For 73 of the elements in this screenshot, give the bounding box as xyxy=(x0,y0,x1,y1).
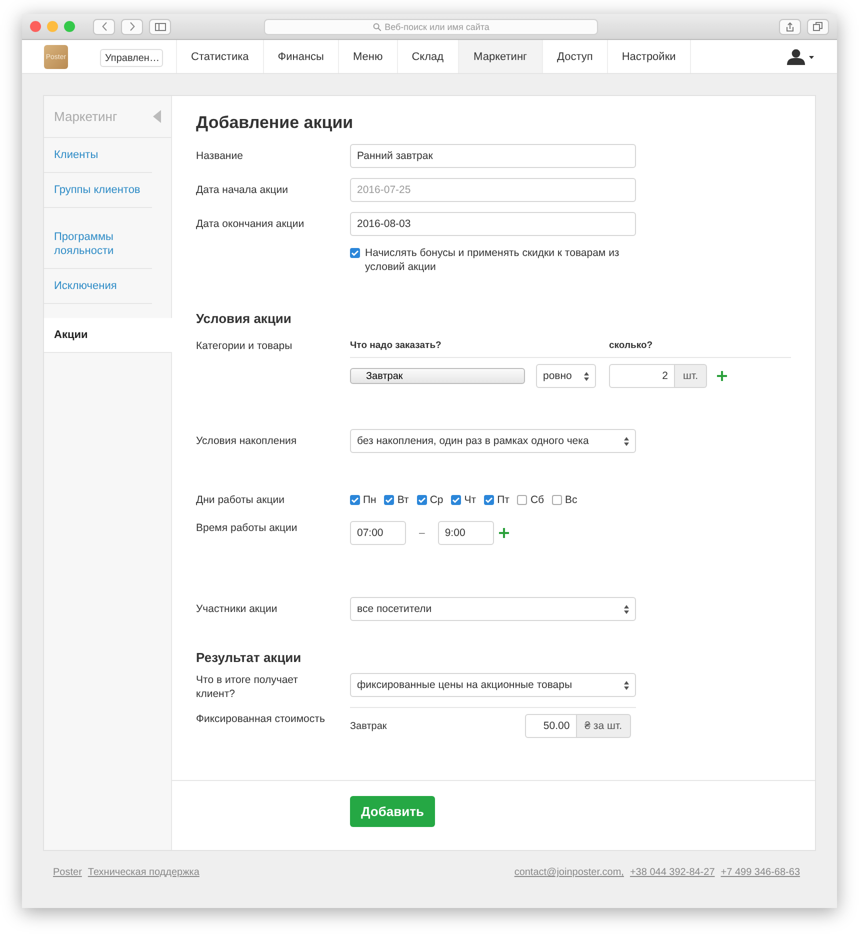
field-label: Условия накопления xyxy=(196,434,298,448)
field-label: Участники акции xyxy=(196,602,278,616)
account-select[interactable]: Управлен… xyxy=(100,49,163,67)
day-label: Пн xyxy=(363,493,376,507)
checkbox[interactable] xyxy=(350,248,360,258)
tabs-icon xyxy=(813,22,823,31)
checkbox[interactable] xyxy=(552,495,562,505)
spinner-icon xyxy=(624,436,629,446)
field-label: Дата окончания акции xyxy=(196,217,306,231)
share-button[interactable] xyxy=(779,18,801,34)
text-field[interactable]: Ранний завтрак xyxy=(350,144,636,168)
field-label: Время работы акции xyxy=(196,521,298,535)
back-button[interactable] xyxy=(93,18,115,34)
search-icon xyxy=(372,23,381,31)
quantity-field[interactable]: 2 xyxy=(609,364,675,388)
day-label: Ср xyxy=(430,493,444,507)
time-field[interactable]: 07:00 xyxy=(350,521,406,545)
add-button[interactable] xyxy=(498,528,509,538)
spinner-icon xyxy=(624,604,629,614)
unit-label: ₴ за шт. xyxy=(576,714,631,738)
checkbox[interactable] xyxy=(384,495,394,505)
user-icon[interactable] xyxy=(787,49,815,65)
sidebar-item[interactable]: Акции xyxy=(44,318,172,353)
forward-button[interactable] xyxy=(121,18,143,34)
result-select[interactable]: фиксированные цены на акционные товары xyxy=(350,673,636,697)
text-field[interactable]: 2016-07-25 xyxy=(350,178,636,202)
plus-icon xyxy=(717,371,727,381)
time-field[interactable]: 9:00 xyxy=(438,521,494,545)
day-label: Вс xyxy=(565,493,578,507)
section-title: Условия акции xyxy=(196,311,292,326)
spinner-icon xyxy=(584,372,589,380)
page-title: Добавление акции xyxy=(196,113,354,133)
column-header: сколько? xyxy=(609,340,653,351)
field-label: Что в итоге получает клиент? xyxy=(196,673,299,701)
text-field[interactable]: 2016-08-03 xyxy=(350,212,636,236)
checkbox[interactable] xyxy=(350,495,360,505)
unit-label: шт. xyxy=(675,364,707,388)
checkbox[interactable] xyxy=(484,495,494,505)
spinner-icon xyxy=(624,680,629,690)
share-icon xyxy=(786,22,794,32)
day-label: Пт xyxy=(497,493,510,507)
add-button[interactable] xyxy=(717,371,727,381)
chevron-left-icon xyxy=(102,22,106,31)
field-label: Фиксированная стоимость xyxy=(196,712,326,726)
accumulation-select[interactable]: без накопления, один раз в рамках одного чека xyxy=(350,429,636,453)
column-header: Что надо заказать? xyxy=(350,340,442,351)
field-label: Категории и товары xyxy=(196,339,294,353)
checkbox-label: Начислять бонусы и применять скидки к товарам из условий акции xyxy=(365,246,620,274)
operator-select[interactable]: ровно xyxy=(536,364,596,388)
chevron-right-icon xyxy=(130,22,134,31)
address-placeholder: Веб-поиск или имя сайта xyxy=(384,22,490,32)
dash: – xyxy=(419,527,425,539)
product-button[interactable]: Завтрак xyxy=(350,368,525,384)
product-name: Завтрак xyxy=(350,720,388,732)
nav-tab[interactable]: Маркетинг xyxy=(458,40,544,73)
day-label: Вт xyxy=(397,493,409,507)
plus-icon xyxy=(498,528,509,538)
field-label: Дни работы акции xyxy=(196,493,286,507)
participants-select[interactable]: все посетители xyxy=(350,597,636,621)
sidebar-title: Маркетинг xyxy=(54,109,118,124)
day-label: Чт xyxy=(464,493,476,507)
field-label: Дата начала акции xyxy=(196,183,289,197)
checkbox[interactable] xyxy=(416,495,427,505)
sidebar-icon xyxy=(154,22,166,30)
close-button[interactable] xyxy=(30,21,41,32)
tabs-button[interactable] xyxy=(807,18,829,34)
day-label: Сб xyxy=(530,493,544,507)
checkbox[interactable] xyxy=(451,495,462,505)
sidebar-button[interactable] xyxy=(149,18,171,34)
field-label: Название xyxy=(196,149,244,163)
checkbox[interactable] xyxy=(517,495,528,505)
price-field[interactable]: 50.00 xyxy=(524,714,577,738)
section-title: Результат акции xyxy=(196,650,302,665)
